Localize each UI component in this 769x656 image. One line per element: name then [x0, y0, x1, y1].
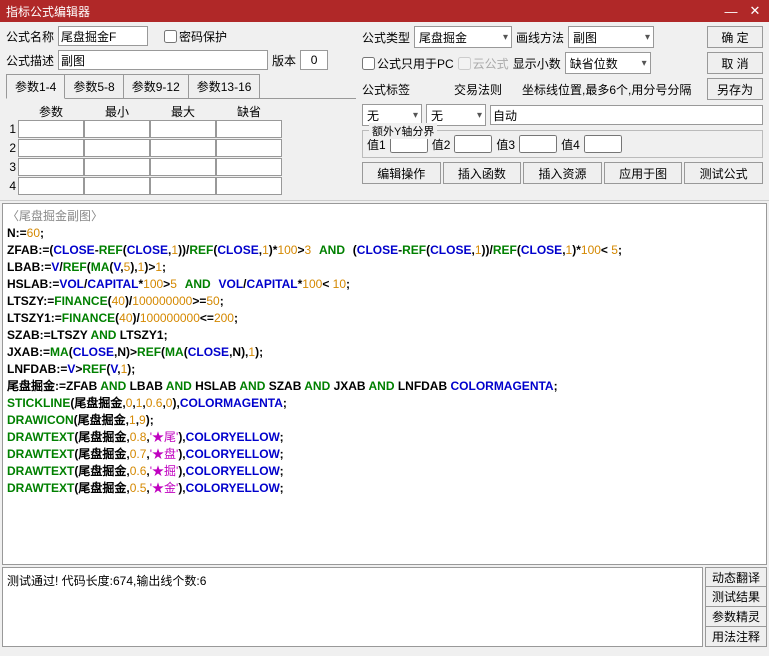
pc-only-checkbox[interactable]: 公式只用于PC [362, 55, 454, 72]
edit-op-button[interactable]: 编辑操作 [362, 162, 441, 184]
cancel-button[interactable]: 取 消 [707, 52, 763, 74]
tab-params-5-8[interactable]: 参数5-8 [64, 74, 123, 98]
p3-name[interactable] [18, 158, 84, 176]
param-wizard-button[interactable]: 参数精灵 [705, 607, 767, 627]
draw-label: 画线方法 [516, 29, 564, 46]
p3-min[interactable] [84, 158, 150, 176]
y4-input[interactable] [584, 135, 622, 153]
tab-params-1-4[interactable]: 参数1-4 [6, 74, 65, 99]
insert-fn-button[interactable]: 插入函数 [443, 162, 522, 184]
status-area: 测试通过! 代码长度:674,输出线个数:6 [2, 567, 703, 647]
p2-def[interactable] [216, 139, 282, 157]
p1-max[interactable] [150, 120, 216, 138]
p4-def[interactable] [216, 177, 282, 195]
p1-min[interactable] [84, 120, 150, 138]
window-title: 指标公式编辑器 [6, 3, 90, 20]
toolbar: 公式名称 密码保护 公式描述 版本 参数1-4 参数5-8 参数9-12 参数1… [0, 22, 769, 201]
insert-res-button[interactable]: 插入资源 [523, 162, 602, 184]
p4-min[interactable] [84, 177, 150, 195]
param-grid: 参数 最小 最大 缺省 1 2 3 4 [6, 103, 356, 195]
p1-def[interactable] [216, 120, 282, 138]
apply-button[interactable]: 应用于图 [604, 162, 683, 184]
dyn-trans-button[interactable]: 动态翻译 [705, 567, 767, 587]
password-checkbox[interactable]: 密码保护 [164, 28, 227, 45]
y2-input[interactable] [454, 135, 492, 153]
p2-max[interactable] [150, 139, 216, 157]
status-text: 测试通过! 代码长度:674,输出线个数:6 [7, 574, 206, 588]
usage-button[interactable]: 用法注释 [705, 627, 767, 647]
yaxis-group: 额外Y轴分界 值1 值2 值3 值4 [362, 130, 763, 158]
draw-select[interactable]: 副图 [568, 26, 654, 48]
title-bar: 指标公式编辑器 — ✕ [0, 0, 769, 22]
type-label: 公式类型 [362, 29, 410, 46]
p4-name[interactable] [18, 177, 84, 195]
desc-label: 公式描述 [6, 52, 54, 69]
axis-label: 坐标线位置,最多6个,用分号分隔 [522, 81, 691, 98]
y3-input[interactable] [519, 135, 557, 153]
ok-button[interactable]: 确 定 [707, 26, 763, 48]
p1-name[interactable] [18, 120, 84, 138]
code-editor[interactable]: 〈尾盘掘金副图〉 N:=60; ZFAB:=(CLOSE-REF(CLOSE,1… [2, 203, 767, 565]
axis-input[interactable] [490, 105, 763, 125]
desc-input[interactable] [58, 50, 268, 70]
test-result-button[interactable]: 测试结果 [705, 587, 767, 607]
rule-label: 交易法则 [454, 81, 502, 98]
ver-label: 版本 [272, 52, 296, 69]
name-label: 公式名称 [6, 28, 54, 45]
close-button[interactable]: ✕ [747, 3, 763, 19]
p3-max[interactable] [150, 158, 216, 176]
p3-def[interactable] [216, 158, 282, 176]
p4-max[interactable] [150, 177, 216, 195]
tab-params-9-12[interactable]: 参数9-12 [123, 74, 189, 98]
param-tabs: 参数1-4 参数5-8 参数9-12 参数13-16 [6, 74, 356, 99]
type-select[interactable]: 尾盘掘金 [414, 26, 512, 48]
minimize-button[interactable]: — [723, 3, 739, 19]
tab-params-13-16[interactable]: 参数13-16 [188, 74, 261, 98]
p2-name[interactable] [18, 139, 84, 157]
cloud-checkbox: 云公式 [458, 55, 509, 72]
decimal-label: 显示小数 [513, 55, 561, 72]
ver-input[interactable] [300, 50, 328, 70]
p2-min[interactable] [84, 139, 150, 157]
saveas-button[interactable]: 另存为 [707, 78, 763, 100]
test-button[interactable]: 测试公式 [684, 162, 763, 184]
name-input[interactable] [58, 26, 148, 46]
decimal-select[interactable]: 缺省位数 [565, 52, 651, 74]
tag-label: 公式标签 [362, 81, 410, 98]
